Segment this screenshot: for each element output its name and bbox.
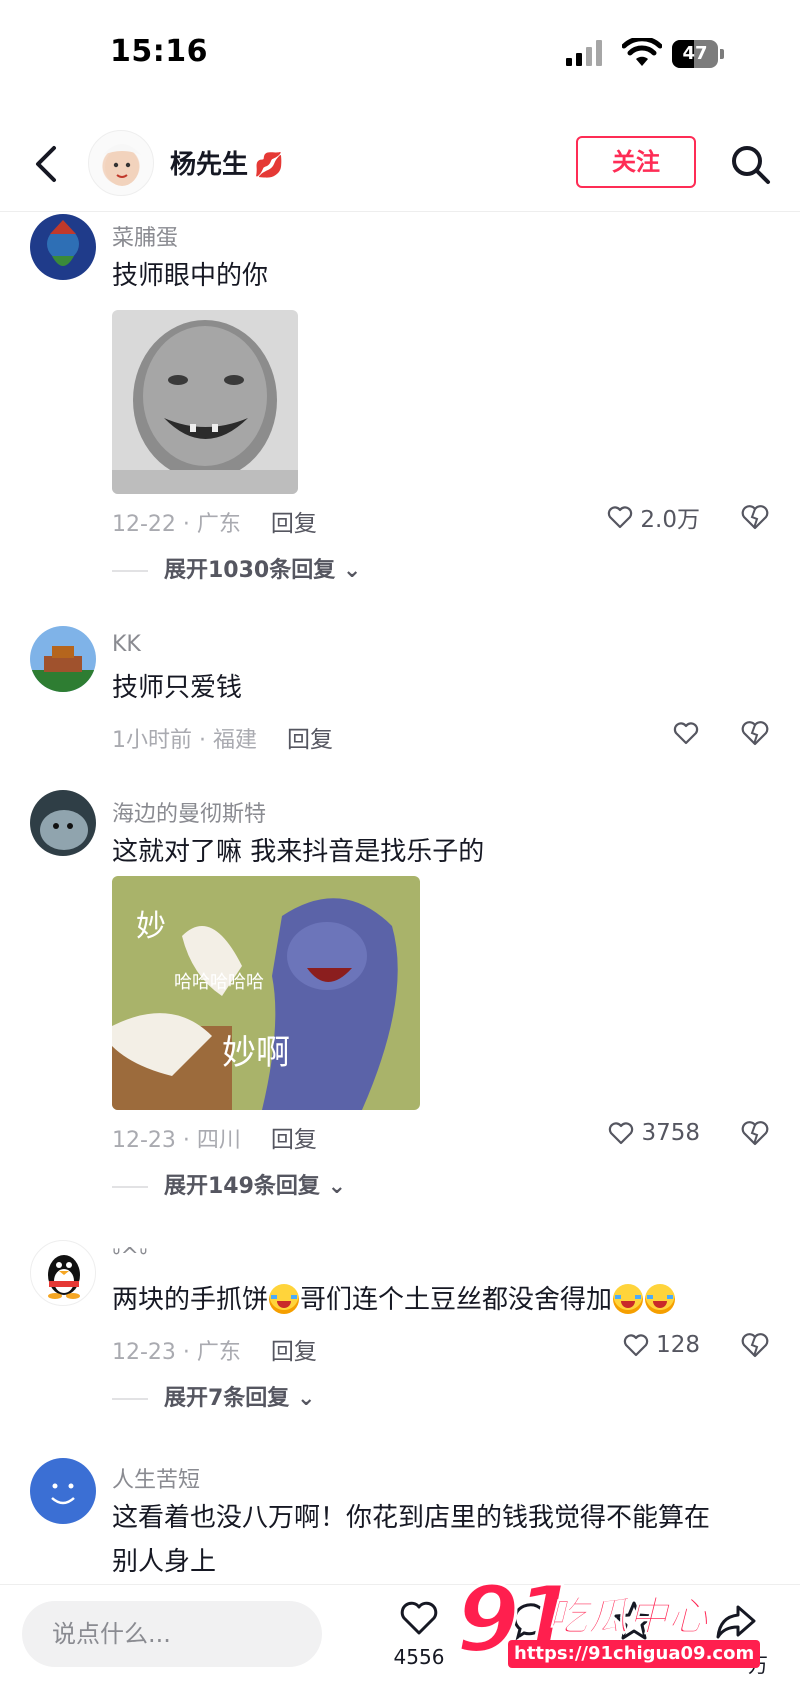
laugh-cry-emoji-icon — [645, 1284, 676, 1314]
comment-date: 12-22 · 广东 — [112, 512, 241, 537]
comment-item: KK 技师只爱钱 1小时前 · 福建 回复 — [0, 626, 800, 753]
expand-replies[interactable]: 展开1030条回复 ⌄ — [112, 552, 361, 584]
comment-text-part: 两块的手抓饼 — [112, 1285, 269, 1315]
comment-author[interactable]: 菜脯蛋 — [112, 220, 178, 252]
profile-header: 杨先生 💋 关注 — [0, 120, 800, 212]
cellular-signal-icon — [566, 40, 606, 66]
comment-text-part: 哥们连个土豆丝都没舍得加 — [300, 1285, 613, 1315]
comment-meta: 1小时前 · 福建 回复 — [112, 720, 333, 754]
avatar[interactable] — [30, 1240, 96, 1306]
reply-button[interactable]: 回复 — [271, 1339, 317, 1365]
dislike-icon[interactable] — [738, 1328, 772, 1362]
follow-button[interactable]: 关注 — [576, 136, 696, 188]
image-caption: 哈哈哈哈哈 — [174, 972, 264, 993]
heart-icon — [673, 722, 699, 745]
comment-date: 1小时前 · 福建 — [112, 728, 257, 753]
heart-icon — [623, 1334, 649, 1357]
like-count: 128 — [656, 1332, 700, 1358]
image-caption: 妙 — [136, 909, 166, 944]
like-button[interactable] — [672, 716, 700, 750]
video-like-count: 4556 — [393, 1645, 445, 1669]
smiley-icon — [30, 1458, 96, 1524]
comment-author[interactable]: 人生苦短 — [112, 1462, 200, 1494]
expand-replies-label: 展开149条回复 — [164, 1174, 320, 1199]
site-watermark: 91 吃瓜中心 https://91chigua09.com — [454, 1565, 761, 1676]
comment-meta: 12-22 · 广东 回复 — [112, 504, 317, 538]
comment-image[interactable] — [112, 310, 298, 494]
expand-replies[interactable]: 展开7条回复 ⌄ — [112, 1380, 315, 1412]
watermark-name: 吃瓜中心 — [548, 1594, 709, 1641]
like-button[interactable]: 2.0万 — [606, 500, 700, 534]
comment-item: 海边的曼彻斯特 这就对了嘛 我来抖音是找乐子的 妙 哈哈哈哈哈 妙啊 12-23… — [0, 790, 800, 1199]
comment-text: 这就对了嘛 我来抖音是找乐子的 — [112, 837, 485, 867]
video-like-button[interactable]: 4556 — [384, 1599, 454, 1669]
expand-replies-label: 展开1030条回复 — [164, 558, 336, 583]
reply-button[interactable]: 回复 — [287, 727, 333, 753]
expand-replies-label: 展开7条回复 — [164, 1386, 290, 1411]
back-icon[interactable] — [28, 142, 68, 186]
wifi-icon — [622, 38, 662, 66]
expand-replies[interactable]: 展开149条回复 ⌄ — [112, 1168, 346, 1200]
heart-icon — [400, 1601, 438, 1635]
reply-button[interactable]: 回复 — [271, 511, 317, 537]
comment-date: 12-23 · 四川 — [112, 1128, 241, 1153]
status-bar: 15:16 47 — [0, 0, 800, 110]
comment-meta: 12-23 · 广东 回复 — [112, 1332, 317, 1366]
dislike-icon[interactable] — [738, 1116, 772, 1150]
like-count: 3758 — [641, 1120, 700, 1146]
chevron-down-icon: ⌄ — [327, 1174, 347, 1199]
chevron-down-icon: ⌄ — [342, 558, 362, 583]
dislike-icon[interactable] — [738, 716, 772, 750]
avatar[interactable] — [30, 1458, 96, 1524]
avatar[interactable] — [30, 214, 96, 280]
search-icon[interactable] — [728, 142, 772, 186]
comment-author[interactable]: ᐡ^ᐡ — [112, 1244, 148, 1269]
like-button[interactable]: 128 — [622, 1328, 700, 1362]
battery-icon: 47 — [672, 40, 724, 68]
penguin-icon — [48, 1255, 80, 1299]
laugh-cry-emoji-icon — [269, 1284, 300, 1314]
avatar[interactable] — [30, 790, 96, 856]
dislike-icon[interactable] — [738, 500, 772, 534]
page-title: 杨先生 💋 — [170, 144, 284, 181]
like-count: 2.0万 — [640, 507, 700, 533]
comment-item: ᐡ^ᐡ 两块的手抓饼 哥们连个土豆丝都没舍得加 12-23 · 广东 回复 128 … — [0, 1240, 800, 1412]
comment-author[interactable]: 海边的曼彻斯特 — [112, 796, 266, 828]
laugh-cry-emoji-icon — [613, 1284, 644, 1314]
status-time: 15:16 — [110, 34, 208, 69]
comment-text: 两块的手抓饼 哥们连个土豆丝都没舍得加 — [112, 1278, 772, 1322]
comment-text: 技师只爱钱 — [112, 673, 243, 703]
comment-input[interactable]: 说点什么... — [22, 1601, 322, 1667]
comment-text-line: 这看着也没八万啊！你花到店里的钱我觉得不能算在 — [112, 1503, 711, 1533]
like-button[interactable]: 3758 — [607, 1116, 700, 1150]
battery-level: 47 — [682, 43, 708, 64]
comment-meta: 12-23 · 四川 回复 — [112, 1120, 317, 1154]
watermark-url: https://91chigua09.com — [508, 1640, 761, 1668]
comment-author[interactable]: KK — [112, 632, 141, 657]
avatar[interactable] — [88, 130, 154, 196]
heart-icon — [609, 1122, 634, 1145]
reply-button[interactable]: 回复 — [271, 1127, 317, 1153]
comment-item: 菜脯蛋 技师眼中的你 12-22 · 广东 回复 2.0万 展开1030条回复 ⌄ — [0, 214, 800, 583]
comment-image[interactable]: 妙 哈哈哈哈哈 妙啊 — [112, 876, 420, 1110]
avatar[interactable] — [30, 626, 96, 692]
heart-icon — [608, 506, 633, 529]
comment-date: 12-23 · 广东 — [112, 1340, 241, 1365]
image-caption: 妙啊 — [222, 1033, 290, 1073]
lips-icon: 💋 — [254, 151, 284, 179]
comment-text: 技师眼中的你 — [112, 261, 269, 291]
chevron-down-icon: ⌄ — [296, 1386, 316, 1411]
profile-name: 杨先生 — [170, 150, 249, 180]
